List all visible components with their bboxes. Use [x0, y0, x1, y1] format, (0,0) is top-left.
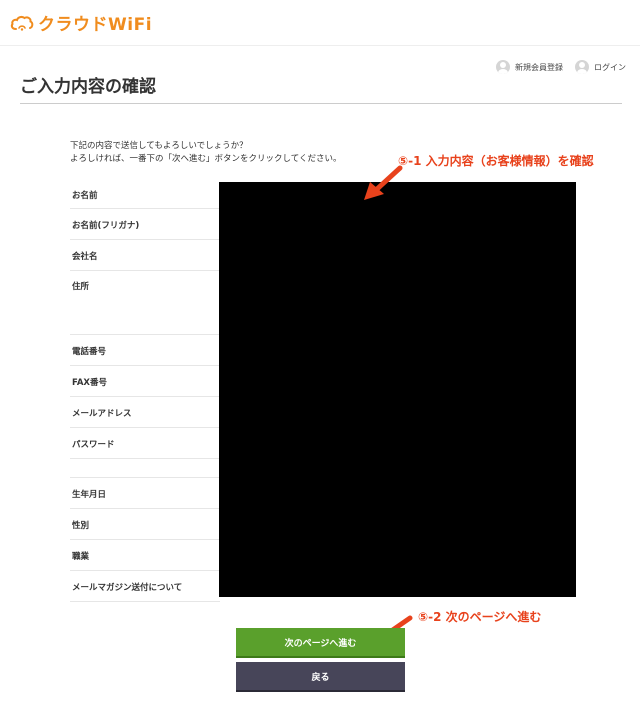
form-row-address: 住所 — [70, 271, 220, 335]
site-logo[interactable]: クラウドWiFi — [10, 10, 152, 35]
form-row-phone: 電話番号 — [70, 335, 220, 366]
form-row-password: パスワード — [70, 428, 220, 459]
cloud-icon — [10, 15, 34, 31]
form-row-gender: 性別 — [70, 509, 220, 540]
field-label: お名前(フリガナ) — [72, 221, 140, 231]
login-link[interactable]: ログイン — [575, 60, 626, 74]
user-icon — [575, 60, 589, 74]
annotation-arrow-1 — [364, 165, 403, 200]
form-row-password-confirm — [70, 459, 220, 478]
field-label: メールアドレス — [72, 409, 132, 419]
annotation-step-1: ⑤-1 入力内容（お客様情報）を確認 — [398, 154, 594, 168]
field-label: 職業 — [72, 552, 90, 562]
field-label: 住所 — [72, 282, 90, 292]
form-row-occupation: 職業 — [70, 540, 220, 571]
next-page-button[interactable]: 次のページへ進む — [236, 628, 405, 656]
field-label: FAX番号 — [72, 378, 107, 388]
site-header: クラウドWiFi — [0, 0, 640, 46]
login-link-label: ログイン — [594, 62, 626, 72]
register-link-label: 新規会員登録 — [515, 62, 563, 72]
field-label: 生年月日 — [72, 490, 107, 500]
register-link[interactable]: 新規会員登録 — [496, 60, 563, 74]
field-label: 電話番号 — [72, 347, 107, 357]
user-icon — [496, 60, 510, 74]
top-links: 新規会員登録 ログイン — [496, 60, 626, 74]
field-label: お名前 — [72, 191, 98, 201]
form-row-birthdate: 生年月日 — [70, 478, 220, 509]
intro-line-2: よろしければ、一番下の「次へ進む」ボタンをクリックしてください。 — [70, 154, 342, 164]
back-button[interactable]: 戻る — [236, 662, 405, 690]
form-row-email: メールアドレス — [70, 397, 220, 428]
form-row-name: お名前 — [70, 178, 220, 209]
field-label: メールマガジン送付について — [72, 583, 183, 593]
intro-line-1: 下記の内容で送信してもよろしいでしょうか？ — [70, 141, 248, 151]
form-row-newsletter: メールマガジン送付について — [70, 571, 220, 602]
redacted-values — [219, 182, 576, 597]
logo-text: クラウドWiFi — [38, 15, 153, 35]
annotation-step-2: ⑤-2 次のページへ進む — [418, 610, 542, 624]
form-row-fax: FAX番号 — [70, 366, 220, 397]
page-title: ご入力内容の確認 — [20, 77, 156, 97]
form-row-company: 会社名 — [70, 240, 220, 271]
field-label: 会社名 — [72, 252, 98, 262]
intro-text: 下記の内容で送信してもよろしいでしょうか？ よろしければ、一番下の「次へ進む」ボ… — [70, 140, 342, 166]
field-label: 性別 — [72, 521, 90, 531]
field-label: パスワード — [72, 440, 115, 450]
form-row-furigana: お名前(フリガナ) — [70, 209, 220, 240]
title-divider — [20, 103, 622, 104]
